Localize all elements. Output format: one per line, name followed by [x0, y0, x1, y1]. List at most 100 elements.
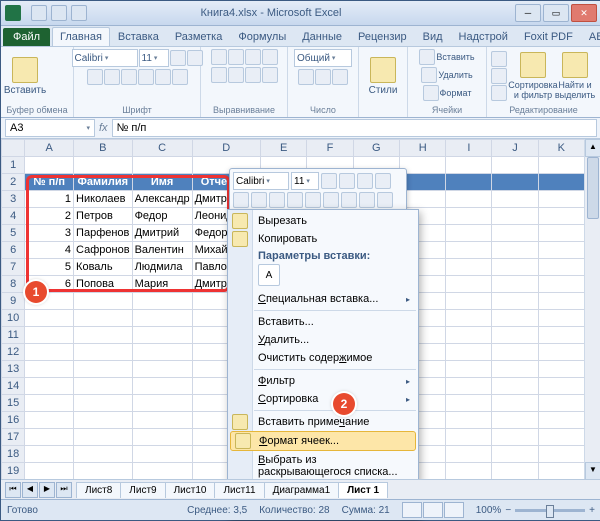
cell[interactable]: 4 [25, 242, 74, 259]
cell[interactable] [446, 276, 492, 293]
cell[interactable] [132, 446, 192, 463]
cells-format-button[interactable]: Формат [423, 85, 472, 101]
cell[interactable]: 1 [25, 191, 74, 208]
fill-icon[interactable] [491, 68, 507, 84]
cell[interactable]: Мария [132, 276, 192, 293]
scroll-up-button[interactable]: ▲ [585, 139, 600, 157]
mini-fill-icon[interactable] [287, 192, 303, 208]
tab-abbyy[interactable]: ABBYY PD [581, 27, 600, 46]
file-tab[interactable]: Файл [3, 28, 50, 46]
row-header[interactable]: 10 [2, 310, 25, 327]
cell[interactable]: Фамилия [74, 174, 133, 191]
cell[interactable] [132, 429, 192, 446]
mini-grow-font-icon[interactable] [321, 173, 337, 189]
cell[interactable] [446, 446, 492, 463]
row-header[interactable]: 6 [2, 242, 25, 259]
ctx-cut[interactable]: Вырезать [228, 212, 418, 230]
align-bottom-icon[interactable] [245, 49, 261, 65]
cell[interactable] [25, 327, 74, 344]
ctx-comment[interactable]: Вставить примечание [228, 413, 418, 431]
cell[interactable] [538, 293, 584, 310]
cell[interactable] [538, 225, 584, 242]
ctx-clear[interactable]: Очистить содержимое [228, 349, 418, 367]
cell[interactable] [538, 429, 584, 446]
cell[interactable] [25, 344, 74, 361]
cell[interactable] [538, 344, 584, 361]
row-header[interactable]: 17 [2, 429, 25, 446]
currency-icon[interactable] [298, 69, 314, 85]
cell[interactable] [446, 242, 492, 259]
sheet-nav-last[interactable]: ⏭ [56, 482, 72, 498]
cell[interactable] [446, 174, 492, 191]
cell[interactable]: Петров [74, 208, 133, 225]
mini-shrink-font-icon[interactable] [339, 173, 355, 189]
cell[interactable] [25, 378, 74, 395]
mini-dec-dec-icon[interactable] [359, 192, 375, 208]
cell[interactable] [132, 378, 192, 395]
cell[interactable] [446, 327, 492, 344]
styles-button[interactable]: Стили [363, 51, 403, 101]
sheet-nav-prev[interactable]: ◀ [22, 482, 38, 498]
cell[interactable]: 2 [25, 208, 74, 225]
cell[interactable]: Валентин [132, 242, 192, 259]
cell[interactable] [25, 429, 74, 446]
cell[interactable]: Федор [132, 208, 192, 225]
cell[interactable] [492, 174, 538, 191]
sheet-tab[interactable]: Диаграмма1 [264, 482, 340, 498]
mini-format-painter-icon[interactable] [377, 192, 393, 208]
paste-button[interactable]: Вставить [5, 51, 45, 101]
cell[interactable]: Сафронов [74, 242, 133, 259]
row-header[interactable]: 2 [2, 174, 25, 191]
scroll-thumb[interactable] [587, 157, 599, 219]
cell[interactable] [132, 463, 192, 480]
vertical-scrollbar[interactable]: ▲ ▼ [584, 139, 600, 480]
col-header[interactable]: J [492, 140, 538, 157]
ctx-filter[interactable]: Фильтр▸ [228, 372, 418, 390]
cell[interactable] [132, 327, 192, 344]
col-header[interactable]: I [446, 140, 492, 157]
cell[interactable]: 3 [25, 225, 74, 242]
cell[interactable] [74, 157, 133, 174]
col-header[interactable]: A [25, 140, 74, 157]
align-top-icon[interactable] [211, 49, 227, 65]
sheet-nav-next[interactable]: ▶ [39, 482, 55, 498]
sort-filter-button[interactable]: Сортировка и фильтр [513, 51, 553, 101]
bold-icon[interactable] [87, 69, 103, 85]
cell[interactable] [492, 208, 538, 225]
cell[interactable] [74, 446, 133, 463]
tab-review[interactable]: Рецензир [350, 27, 415, 46]
cell[interactable] [74, 463, 133, 480]
cell[interactable] [538, 378, 584, 395]
cell[interactable] [446, 378, 492, 395]
row-header[interactable]: 1 [2, 157, 25, 174]
autosum-icon[interactable] [491, 51, 507, 67]
col-header[interactable]: D [192, 140, 260, 157]
indent-icon[interactable] [262, 67, 278, 83]
cell[interactable] [492, 242, 538, 259]
mini-percent-icon[interactable] [375, 173, 391, 189]
cell[interactable] [492, 344, 538, 361]
sheet-tab[interactable]: Лист8 [76, 482, 121, 498]
scroll-down-button[interactable]: ▼ [585, 462, 600, 480]
font-color-icon[interactable] [172, 69, 188, 85]
cell[interactable] [538, 446, 584, 463]
cell[interactable]: № п/п [25, 174, 74, 191]
cell[interactable] [538, 310, 584, 327]
col-header[interactable]: H [400, 140, 446, 157]
cell[interactable] [25, 412, 74, 429]
cell[interactable] [74, 344, 133, 361]
sheet-tab[interactable]: Лист9 [120, 482, 165, 498]
cell[interactable] [446, 429, 492, 446]
cell[interactable] [538, 174, 584, 191]
col-header[interactable]: B [74, 140, 133, 157]
cell[interactable]: Парфенов [74, 225, 133, 242]
cell[interactable] [25, 463, 74, 480]
cell[interactable] [446, 310, 492, 327]
cell[interactable] [446, 395, 492, 412]
cell[interactable] [446, 225, 492, 242]
maximize-button[interactable]: ▭ [543, 4, 569, 22]
cell[interactable] [74, 293, 133, 310]
sheet-tab[interactable]: Лист11 [214, 482, 264, 498]
cell[interactable] [132, 361, 192, 378]
row-header[interactable]: 19 [2, 463, 25, 480]
